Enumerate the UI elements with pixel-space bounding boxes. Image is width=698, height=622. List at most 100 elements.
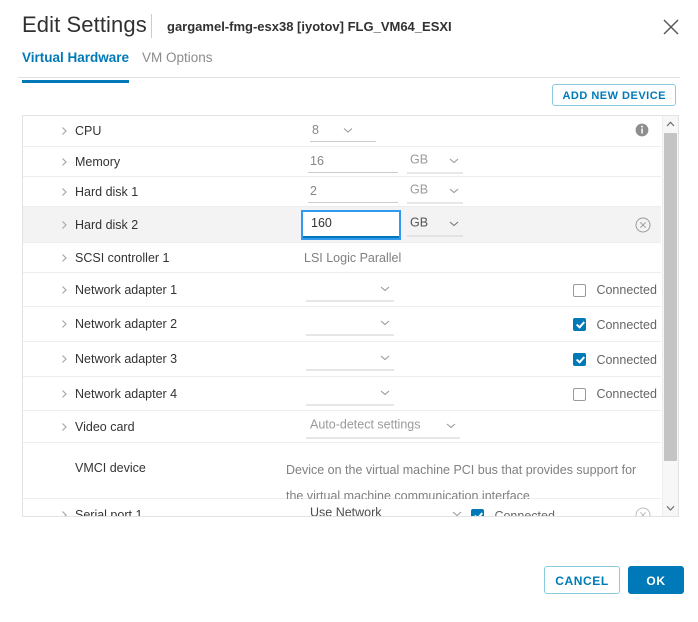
table-row[interactable]: Network adapter 2 Connected: [23, 307, 661, 342]
table-row[interactable]: SCSI controller 1 LSI Logic Parallel: [23, 243, 661, 273]
table-row[interactable]: Network adapter 4 Connected: [23, 377, 661, 411]
remove-icon[interactable]: [635, 217, 651, 233]
device-label: Serial port 1: [75, 508, 142, 516]
chevron-down-icon[interactable]: [449, 157, 459, 164]
vm-name-subtitle: gargamel-fmg-esx38 [iyotov] FLG_VM64_ESX…: [167, 19, 452, 34]
page-title: Edit Settings: [22, 12, 147, 38]
checkbox-box[interactable]: [573, 388, 586, 401]
table-row[interactable]: Memory GB: [23, 147, 661, 177]
video-card-settings-label: Auto-detect settings: [310, 417, 420, 431]
chevron-down-icon[interactable]: [380, 355, 390, 362]
info-icon: [635, 123, 651, 139]
network-adapter-3-connected-checkbox[interactable]: Connected: [573, 351, 657, 367]
network-adapter-2-connected-checkbox[interactable]: Connected: [573, 316, 657, 332]
table-row[interactable]: Network adapter 1 Connected: [23, 273, 661, 307]
scrollbar-thumb[interactable]: [664, 133, 677, 461]
scsi-controller-type: LSI Logic Parallel: [304, 251, 401, 265]
memory-size-input[interactable]: [308, 151, 398, 173]
chevron-right-icon[interactable]: [59, 389, 69, 399]
dialog-footer: CANCEL OK: [0, 552, 698, 622]
serial-port-1-type-label: Use Network: [310, 506, 382, 517]
memory-unit-select[interactable]: GB: [407, 150, 463, 173]
network-adapter-1-network-select[interactable]: [306, 278, 394, 301]
checkbox-box[interactable]: [573, 284, 586, 297]
device-label: CPU: [75, 124, 101, 138]
chevron-right-icon[interactable]: [59, 220, 69, 230]
checkbox-box[interactable]: [471, 509, 484, 516]
chevron-right-icon[interactable]: [59, 422, 69, 432]
close-icon[interactable]: [658, 14, 684, 40]
device-label: Network adapter 3: [75, 352, 177, 366]
chevron-down-icon[interactable]: [380, 320, 390, 327]
remove-icon[interactable]: [635, 507, 651, 516]
device-label: Network adapter 1: [75, 283, 177, 297]
dialog-header: Edit Settings gargamel-fmg-esx38 [iyotov…: [0, 0, 698, 46]
checkbox-box[interactable]: [573, 353, 586, 366]
hard-disk-2-unit-select[interactable]: GB: [407, 213, 463, 236]
device-label: Hard disk 2: [75, 218, 138, 232]
table-row[interactable]: CPU: [23, 116, 661, 147]
network-adapter-2-network-select[interactable]: [306, 313, 394, 336]
network-adapter-4-connected-checkbox[interactable]: Connected: [573, 386, 657, 402]
table-row[interactable]: Hard disk 2 GB: [23, 207, 661, 243]
checkbox-label: Connected: [596, 353, 656, 367]
network-adapter-3-network-select[interactable]: [306, 348, 394, 371]
add-new-device-button[interactable]: ADD NEW DEVICE: [552, 84, 676, 106]
chevron-down-icon[interactable]: [449, 220, 459, 227]
tab-bar: Virtual Hardware VM Options: [18, 50, 680, 78]
chevron-right-icon[interactable]: [59, 354, 69, 364]
chevron-right-icon[interactable]: [59, 253, 69, 263]
table-row: VMCI device Device on the virtual machin…: [23, 443, 661, 499]
device-list-scrollbar[interactable]: [662, 116, 678, 516]
device-label: VMCI device: [75, 461, 146, 475]
chevron-right-icon[interactable]: [59, 157, 69, 167]
network-adapter-1-connected-checkbox[interactable]: Connected: [573, 282, 657, 298]
checkbox-label: Connected: [596, 387, 656, 401]
chevron-right-icon[interactable]: [59, 319, 69, 329]
device-label: Memory: [75, 155, 120, 169]
table-row[interactable]: Video card Auto-detect settings: [23, 411, 661, 443]
chevron-down-icon[interactable]: [380, 285, 390, 292]
tab-virtual-hardware[interactable]: Virtual Hardware: [22, 50, 129, 83]
chevron-right-icon[interactable]: [59, 510, 69, 516]
chevron-down-icon[interactable]: [446, 422, 456, 429]
device-list-table: CPU Memory GB: [22, 115, 679, 517]
hard-disk-1-unit-label: GB: [410, 182, 428, 196]
device-label: Network adapter 4: [75, 387, 177, 401]
cancel-button[interactable]: CANCEL: [544, 566, 620, 594]
scroll-down-button[interactable]: [663, 500, 678, 516]
chevron-right-icon[interactable]: [59, 285, 69, 295]
table-row[interactable]: Network adapter 3 Connected: [23, 342, 661, 377]
serial-port-1-type-select[interactable]: Use Network: [306, 504, 466, 517]
chevron-down-icon[interactable]: [449, 187, 459, 194]
ok-button[interactable]: OK: [628, 566, 684, 594]
serial-port-1-connected-checkbox[interactable]: Connected: [471, 507, 555, 516]
device-rows-viewport: CPU Memory GB: [23, 116, 661, 516]
table-row[interactable]: Hard disk 1 GB: [23, 177, 661, 207]
device-label: Network adapter 2: [75, 317, 177, 331]
chevron-down-icon[interactable]: [380, 389, 390, 396]
video-card-settings-select[interactable]: Auto-detect settings: [306, 415, 460, 438]
hard-disk-2-size-field[interactable]: [301, 210, 401, 240]
device-label: Video card: [75, 420, 135, 434]
checkbox-label: Connected: [596, 283, 656, 297]
title-divider: [151, 14, 152, 38]
chevron-right-icon[interactable]: [59, 187, 69, 197]
chevron-down-icon[interactable]: [452, 511, 462, 517]
memory-unit-label: GB: [410, 152, 428, 166]
checkbox-box[interactable]: [573, 318, 586, 331]
device-label: Hard disk 1: [75, 185, 138, 199]
checkbox-label: Connected: [596, 318, 656, 332]
table-row[interactable]: Serial port 1 Use Network Connected: [23, 499, 661, 516]
network-adapter-4-network-select[interactable]: [306, 382, 394, 405]
hard-disk-2-size-input[interactable]: [303, 212, 399, 238]
hard-disk-1-unit-select[interactable]: GB: [407, 180, 463, 203]
chevron-right-icon[interactable]: [59, 126, 69, 136]
tab-vm-options[interactable]: VM Options: [142, 50, 213, 80]
chevron-down-icon[interactable]: [343, 127, 353, 134]
hard-disk-2-unit-label: GB: [410, 215, 428, 229]
device-label: SCSI controller 1: [75, 251, 169, 265]
scroll-up-button[interactable]: [663, 116, 678, 132]
checkbox-label: Connected: [494, 509, 554, 516]
hard-disk-1-size-input[interactable]: [308, 181, 398, 203]
